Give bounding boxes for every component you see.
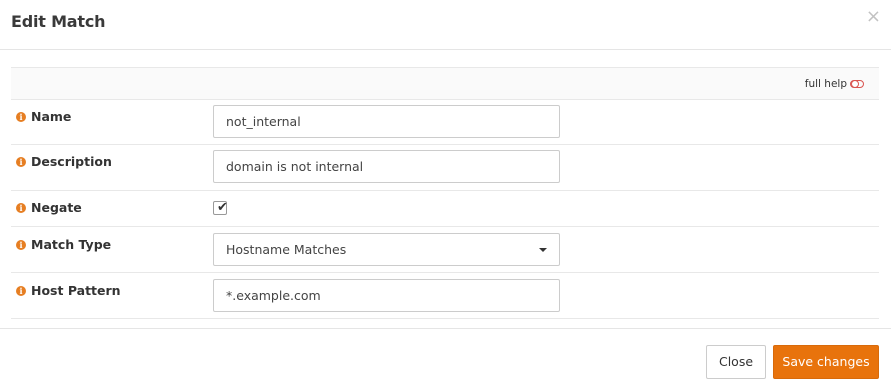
host-pattern-label: Host Pattern xyxy=(31,283,121,298)
form-row-name: i Name not_internal xyxy=(11,100,879,145)
info-icon[interactable]: i xyxy=(16,239,26,250)
name-input[interactable]: not_internal xyxy=(213,105,560,138)
footer-divider xyxy=(0,328,891,329)
match-type-label-cell: i Match Type xyxy=(16,237,111,252)
modal-title: Edit Match xyxy=(11,12,106,31)
info-icon[interactable]: i xyxy=(16,285,26,296)
close-icon[interactable]: × xyxy=(866,8,881,26)
match-type-select[interactable]: Hostname Matches xyxy=(213,233,560,266)
name-label: Name xyxy=(31,109,72,124)
info-icon[interactable]: i xyxy=(16,202,26,213)
form-row-match-type: i Match Type Hostname Matches xyxy=(11,227,879,273)
negate-label: Negate xyxy=(31,200,82,215)
match-type-label: Match Type xyxy=(31,237,112,252)
info-icon[interactable]: i xyxy=(16,111,26,122)
form-row-negate: i Negate ✔ xyxy=(11,191,879,227)
full-help-label: full help xyxy=(804,78,847,90)
name-label-cell: i Name xyxy=(16,109,71,124)
form-row-host-pattern: i Host Pattern *.example.com xyxy=(11,273,879,319)
caret-down-icon xyxy=(539,248,547,252)
negate-label-cell: i Negate xyxy=(16,200,82,215)
host-pattern-label-cell: i Host Pattern xyxy=(16,283,121,298)
description-label-cell: i Description xyxy=(16,154,112,169)
description-label: Description xyxy=(31,154,112,169)
description-input[interactable]: domain is not internal xyxy=(213,150,560,183)
modal-header: Edit Match × xyxy=(0,0,891,50)
form-table: full help i Name not_internal i Descript… xyxy=(11,67,879,319)
info-icon[interactable]: i xyxy=(16,156,26,167)
help-row: full help xyxy=(11,68,879,100)
form-row-description: i Description domain is not internal xyxy=(11,145,879,191)
host-pattern-input[interactable]: *.example.com xyxy=(213,279,560,312)
full-help-toggle[interactable]: full help xyxy=(805,78,864,90)
close-button[interactable]: Close xyxy=(706,345,766,379)
checkmark-icon: ✔ xyxy=(217,200,228,215)
toggle-off-icon xyxy=(850,79,864,88)
negate-checkbox[interactable]: ✔ xyxy=(213,200,228,215)
match-type-selected: Hostname Matches xyxy=(226,242,347,257)
save-changes-button[interactable]: Save changes xyxy=(773,345,879,379)
